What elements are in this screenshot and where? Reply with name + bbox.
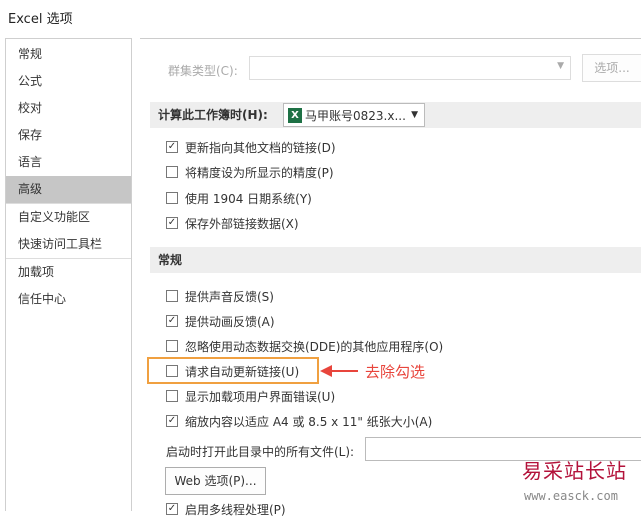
checkbox[interactable] — [166, 166, 178, 178]
sidebar-item-save[interactable]: 保存 — [6, 122, 131, 149]
watermark-url: www.easck.com — [524, 489, 618, 503]
checkbox-addin-errors[interactable]: 显示加载项用户界面错误(U) — [166, 387, 335, 405]
option-label: 保存外部链接数据(X) — [185, 216, 299, 231]
calc-section-label: 计算此工作簿时(H): — [158, 108, 268, 122]
option-label: 忽略使用动态数据交换(DDE)的其他应用程序(O) — [185, 339, 444, 354]
checkbox-scale-a4[interactable]: ✓ 缩放内容以适应 A4 或 8.5 x 11" 纸张大小(A) — [166, 412, 432, 430]
checkbox-ignore-dde[interactable]: 忽略使用动态数据交换(DDE)的其他应用程序(O) — [166, 337, 443, 355]
general-section-label: 常规 — [158, 253, 183, 267]
sidebar-item-advanced[interactable]: 高级 — [6, 176, 131, 203]
option-label: 显示加载项用户界面错误(U) — [185, 389, 336, 404]
option-label: 更新指向其他文档的链接(D) — [185, 140, 336, 155]
arrow-left-icon — [320, 365, 358, 377]
sidebar: 常规 公式 校对 保存 语言 高级 自定义功能区 快速访问工具栏 加载项 信任中… — [5, 38, 132, 511]
checkbox-update-links[interactable]: ✓ 更新指向其他文档的链接(D) — [166, 138, 336, 156]
option-label: 缩放内容以适应 A4 或 8.5 x 11" 纸张大小(A) — [185, 414, 433, 429]
option-label: 启用多线程处理(P) — [185, 502, 286, 517]
options-panel: 群集类型(C): ▼ 选项... 计算此工作簿时(H): X 马甲账号0823.… — [140, 38, 641, 517]
sidebar-item-language[interactable]: 语言 — [6, 149, 131, 176]
highlight-box — [147, 357, 319, 384]
checkbox[interactable]: ✓ — [166, 415, 178, 427]
sidebar-item-general[interactable]: 常规 — [6, 41, 131, 68]
sidebar-item-quick-access[interactable]: 快速访问工具栏 — [6, 231, 131, 258]
watermark-logo: 易采站长站 — [522, 459, 627, 483]
checkbox[interactable]: ✓ — [166, 141, 178, 153]
workbook-name: 马甲账号0823.x... — [305, 108, 406, 123]
sidebar-item-addins[interactable]: 加载项 — [6, 259, 131, 286]
checkbox-precision[interactable]: 将精度设为所显示的精度(P) — [166, 163, 334, 181]
general-section-header: 常规 — [150, 247, 641, 273]
cluster-type-select[interactable]: ▼ — [249, 56, 571, 80]
checkbox-multithread[interactable]: ✓ 启用多线程处理(P) — [166, 500, 286, 518]
cluster-options-button[interactable]: 选项... — [582, 54, 641, 82]
checkbox[interactable]: ✓ — [166, 503, 178, 515]
sidebar-item-customize-ribbon[interactable]: 自定义功能区 — [6, 204, 131, 231]
checkbox[interactable] — [166, 192, 178, 204]
annotation-text: 去除勾选 — [365, 363, 426, 381]
option-label: 将精度设为所显示的精度(P) — [185, 165, 334, 180]
workbook-select[interactable]: X 马甲账号0823.x... ▼ — [283, 103, 425, 127]
option-label: 提供动画反馈(A) — [185, 314, 275, 329]
checkbox[interactable]: ✓ — [166, 315, 178, 327]
option-label: 使用 1904 日期系统(Y) — [185, 191, 312, 206]
checkbox-save-external-links[interactable]: ✓ 保存外部链接数据(X) — [166, 214, 299, 232]
checkbox-sound-feedback[interactable]: 提供声音反馈(S) — [166, 287, 274, 305]
sidebar-item-proofing[interactable]: 校对 — [6, 95, 131, 122]
checkbox-animation-feedback[interactable]: ✓ 提供动画反馈(A) — [166, 312, 275, 330]
sidebar-item-trust-center[interactable]: 信任中心 — [6, 286, 131, 313]
chevron-down-icon: ▼ — [411, 110, 418, 120]
excel-icon: X — [288, 107, 302, 123]
window-title: Excel 选项 — [8, 12, 73, 27]
checkbox[interactable] — [166, 290, 178, 302]
option-label: 提供声音反馈(S) — [185, 289, 274, 304]
startup-folder-label: 启动时打开此目录中的所有文件(L): — [166, 445, 355, 459]
web-options-button[interactable]: Web 选项(P)... — [165, 467, 266, 495]
checkbox[interactable]: ✓ — [166, 217, 178, 229]
sidebar-item-formulas[interactable]: 公式 — [6, 68, 131, 95]
checkbox-1904-date[interactable]: 使用 1904 日期系统(Y) — [166, 189, 312, 207]
cluster-type-label: 群集类型(C): — [168, 64, 238, 78]
checkbox[interactable] — [166, 340, 178, 352]
checkbox[interactable] — [166, 390, 178, 402]
chevron-down-icon: ▼ — [557, 61, 564, 71]
